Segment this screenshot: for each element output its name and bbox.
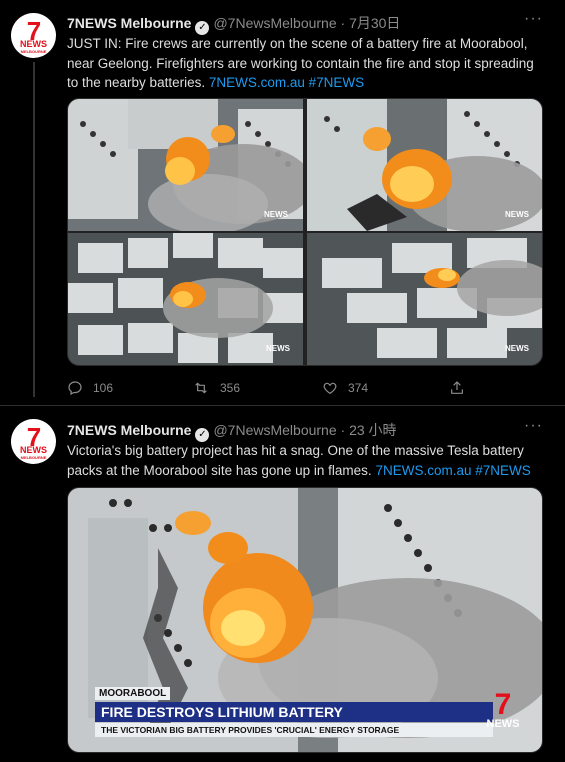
tweet-header: 7NEWS Melbourne ✓ @7NewsMelbourne · 7月30日: [67, 13, 400, 35]
watermark: NEWS: [264, 210, 289, 219]
lower-third-location: MOORABOOL: [95, 687, 171, 700]
media-image-3[interactable]: NEWS: [68, 233, 303, 365]
channel-logo-word: NEWS: [486, 718, 520, 730]
fire-image-1: NEWS: [68, 99, 303, 231]
tweet-link[interactable]: 7NEWS.com.au: [209, 75, 305, 90]
channel-logo-number: 7: [494, 688, 512, 721]
retweet-count: 356: [220, 380, 241, 395]
watermark: NEWS: [505, 210, 530, 219]
tweet-time[interactable]: 23 小時: [349, 422, 396, 438]
reply-icon: [68, 381, 82, 395]
separator: ·: [340, 422, 346, 438]
more-icon[interactable]: ···: [524, 10, 543, 28]
like-icon: [323, 382, 337, 394]
lower-third-subline: THE VICTORIAN BIG BATTERY PROVIDES 'CRUC…: [95, 723, 493, 737]
like-button[interactable]: 374: [322, 375, 368, 399]
fire-image-4: NEWS: [307, 233, 542, 365]
fire-image-2: NEWS: [307, 99, 542, 231]
media-grid[interactable]: NEWS NEWS NEWS NEWS: [67, 98, 543, 366]
avatar[interactable]: 7 NEWS MELBOURNE: [11, 419, 56, 464]
avatar-logo-sub: MELBOURNE: [20, 455, 47, 460]
avatar-logo-word: NEWS: [20, 445, 47, 455]
avatar-logo-word: NEWS: [20, 39, 47, 49]
tweet-text: JUST IN: Fire crews are currently on the…: [67, 34, 545, 93]
tweet-text: Victoria's big battery project has hit a…: [67, 441, 545, 480]
author-name[interactable]: 7NEWS Melbourne: [67, 422, 191, 438]
channel-logo: 7 NEWS: [478, 688, 528, 734]
reply-count: 106: [93, 380, 114, 395]
media-image-2[interactable]: NEWS: [307, 99, 542, 231]
author-name[interactable]: 7NEWS Melbourne: [67, 15, 191, 31]
share-icon: [451, 380, 463, 394]
retweet-icon: [195, 382, 207, 394]
tweet-2[interactable]: 7 NEWS MELBOURNE 7NEWS Melbourne ✓ @7NewsM…: [0, 406, 565, 762]
lower-third-headline: FIRE DESTROYS LITHIUM BATTERY: [95, 702, 493, 722]
tweet-1[interactable]: 7 NEWS MELBOURNE 7NEWS Melbourne ✓ @7NewsM…: [0, 0, 565, 400]
verified-icon: ✓: [195, 21, 210, 35]
thread-line: [33, 62, 35, 397]
watermark: NEWS: [266, 344, 291, 353]
tweet-hashtag[interactable]: #7NEWS: [309, 75, 365, 90]
lower-third: MOORABOOL FIRE DESTROYS LITHIUM BATTERY …: [95, 683, 493, 737]
media-video[interactable]: MOORABOOL FIRE DESTROYS LITHIUM BATTERY …: [67, 487, 543, 753]
tweet-header: 7NEWS Melbourne ✓ @7NewsMelbourne · 23 小時: [67, 420, 397, 442]
avatar[interactable]: 7 NEWS MELBOURNE: [11, 13, 56, 58]
media-image-4[interactable]: NEWS: [307, 233, 542, 365]
tweet-hashtag[interactable]: #7NEWS: [475, 463, 531, 478]
more-icon[interactable]: ···: [524, 417, 543, 435]
verified-icon: ✓: [195, 428, 210, 442]
tweet-link[interactable]: 7NEWS.com.au: [375, 463, 471, 478]
fire-image-3: NEWS: [68, 233, 303, 365]
avatar-logo-sub: MELBOURNE: [20, 49, 47, 54]
watermark: NEWS: [505, 344, 530, 353]
author-handle[interactable]: @7NewsMelbourne: [213, 15, 336, 31]
tweet-time[interactable]: 7月30日: [349, 15, 400, 31]
share-button[interactable]: [449, 375, 465, 399]
retweet-button[interactable]: 356: [192, 375, 240, 399]
like-count: 374: [348, 380, 369, 395]
author-handle[interactable]: @7NewsMelbourne: [213, 422, 336, 438]
media-image-1[interactable]: NEWS: [68, 99, 303, 231]
reply-button[interactable]: 106: [67, 375, 113, 399]
action-bar: 106 356 374: [67, 375, 527, 399]
separator: ·: [340, 15, 346, 31]
